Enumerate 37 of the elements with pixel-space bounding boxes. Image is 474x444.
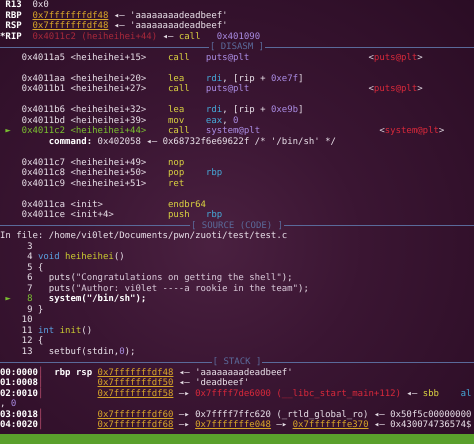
disasm-line: 0x4011b1 <heiheihei+27> call puts@plt <puts@plt> [20, 84, 423, 94]
source-line: 3 [26, 242, 33, 252]
section-title: [ STACK ] [212, 357, 262, 368]
stack-line: 02:0010│ 0x7fffffffdf58 —▸ 0x7ffff7de6000 (__libc_start_main+112) ◂— sbb al [0, 388, 472, 399]
source-line: 13 setbuf(stdin,0); [20, 346, 136, 357]
disasm-line: 0x4011aa <heiheihei+20> lea rdi, [rip + 0xe7f] [20, 74, 304, 84]
source-line: 7 puts("Author: vi0let ----a rookie in the team"); [26, 284, 309, 294]
stack-line: 03:0018│ 0x7fffffffdf60 —▸ 0x7ffff7ffc620 (_rtld_global_ro) ◂— 0x50f5c00000000 [0, 410, 472, 420]
source-line: 11 int init() [20, 326, 92, 336]
disasm-line: 0x4011c9 <heiheihei+51> ret [20, 178, 184, 189]
disasm-line: 0x4011ca <init> endbr64 [20, 200, 206, 210]
register-line: *RIP 0x4011c2 (heiheihei+44) ◂— call 0x401090 [0, 32, 260, 42]
disasm-line: 0x4011c8 <heiheihei+50> pop rbp [20, 168, 222, 178]
register-line: RBP 0x7fffffffdf48 ◂— 'aaaaaaaadeadbeef' [4, 10, 228, 21]
register-line: R13 0x0 [4, 0, 49, 10]
source-line: 12 { [20, 336, 44, 346]
disasm-line: 0x4011c7 <heiheihei+49> nop [20, 158, 184, 168]
stack-line: 01:0008│ 0x7fffffffdf50 ◂— 'deadbeef' [0, 378, 250, 388]
stack-line: 00:0000│ rbp rsp 0x7fffffffdf48 ◂— 'aaaaaaaadeadbeef' [0, 368, 293, 378]
source-line: 10 [20, 315, 33, 326]
file-path: In file: /home/vi0let/Documents/pwn/zuoti/test/test.c [0, 231, 288, 242]
source-line: 5 { [26, 262, 44, 273]
section-title: [ SOURCE (CODE) ] [190, 220, 284, 231]
disasm-line: ► 0x4011c2 <heiheihei+44> call system@plt <system@plt> [4, 126, 444, 136]
disasm-line: 0x4011bd <heiheihei+39> mov eax, 0 [20, 116, 238, 126]
disasm-line: 0x4011a5 <heiheihei+15> call puts@plt <puts@plt> [20, 52, 423, 63]
source-line: 9 } [26, 304, 44, 315]
disasm-line: command: 0x402058 ◂— 0x68732f6e69622f /* '/bin/sh' */ [48, 136, 336, 147]
source-line: 6 puts("Congratulations on getting the shell"); [26, 273, 293, 284]
stack-line: , 0 [0, 399, 16, 410]
stack-line: 04:0020│ 0x7fffffffdf68 —▸ 0x7fffffffe048 —▸ 0x7fffffffe370 ◂— 0x430074736574$ [0, 420, 472, 430]
register-line: RSP 0x7fffffffdf48 ◂— 'aaaaaaaadeadbeef' [4, 21, 228, 32]
section-title: [ DISASM ] [208, 42, 266, 52]
source-line: ► 8 system("/bin/sh"); [4, 294, 146, 304]
source-line: 4 void heiheihei() [26, 252, 125, 262]
disasm-line: 0x4011ce <init+4> push rbp [20, 210, 222, 220]
disasm-line: 0x4011b6 <heiheihei+32> lea rdi, [rip + 0xe9b] [20, 105, 304, 116]
